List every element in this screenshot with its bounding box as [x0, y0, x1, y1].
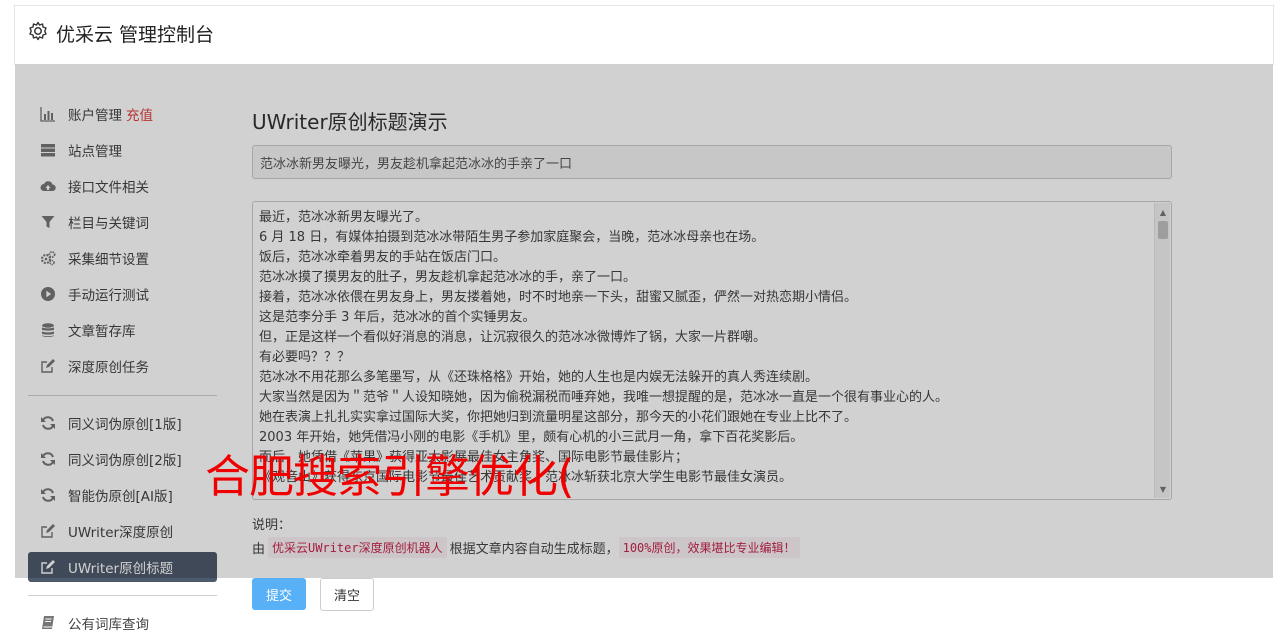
sidebar-item-uwriter-deep[interactable]: UWriter深度原创 [28, 516, 217, 546]
sidebar-item-label: 文章暂存库 [68, 324, 136, 340]
sidebar-item-synonym-v1[interactable]: 同义词伪原创[1版] [28, 408, 217, 438]
top-header: 优采云 管理控制台 [0, 0, 1286, 65]
sidebar-item-uwriter-title[interactable]: UWriter原创标题 [28, 552, 217, 582]
sidebar-item-label: 同义词伪原创[1版] [68, 417, 182, 433]
sidebar-item-deep-original-task[interactable]: 深度原创任务 [28, 351, 217, 381]
brand: 优采云 管理控制台 [28, 20, 214, 47]
note-text: 由 优采云UWriter深度原创机器人 根据文章内容自动生成标题， 100%原创… [252, 537, 800, 558]
book-icon [38, 615, 58, 631]
note-middle: 根据文章内容自动生成标题， [449, 542, 619, 557]
scroll-down-arrow-icon[interactable]: ▼ [1155, 482, 1171, 496]
note-robot: 优采云UWriter深度原创机器人 [268, 537, 447, 558]
sidebar-item-synonym-v2[interactable]: 同义词伪原创[2版] [28, 444, 217, 474]
scroll-thumb[interactable] [1158, 221, 1168, 239]
edit-icon [38, 523, 58, 539]
sidebar-item-ai-rewrite[interactable]: 智能伪原创[AI版] [28, 480, 217, 510]
sidebar-item-label: 采集细节设置 [68, 252, 149, 268]
sidebar-item-label: 深度原创任务 [68, 360, 149, 376]
sidebar-item-label: 栏目与关键词 [68, 216, 149, 232]
sidebar-item-account[interactable]: 账户管理 充值 [28, 99, 217, 129]
article-line: 范冰冰摸了摸男友的肚子，男友趁机拿起范冰冰的手，亲了一口。 [259, 270, 637, 285]
article-line: 饭后，范冰冰牵着男友的手站在饭店门口。 [259, 250, 507, 265]
sidebar-item-columns-keywords[interactable]: 栏目与关键词 [28, 207, 217, 237]
watermark-text: 合肥搜索引擎优化( [205, 450, 575, 503]
sidebar-item-manual-run[interactable]: 手动运行测试 [28, 279, 217, 309]
submit-button[interactable]: 提交 [252, 578, 306, 610]
edit-icon [38, 559, 58, 575]
gears-icon [38, 250, 58, 266]
play-icon [38, 286, 58, 302]
bar-chart-icon [38, 106, 58, 122]
sidebar-item-public-lexicon[interactable]: 公有词库查询 [28, 608, 217, 638]
note-prefix: 由 [252, 542, 266, 557]
sidebar-item-label: UWriter原创标题 [68, 561, 174, 577]
article-scrollbar[interactable]: ▲ ▼ [1154, 203, 1170, 498]
sidebar-item-label: 智能伪原创[AI版] [68, 489, 173, 505]
sidebar-item-interface-files[interactable]: 接口文件相关 [28, 171, 217, 201]
article-line: 大家当然是因为＂范爷＂人设知晓她，因为偷税漏税而唾弃她，我唯一想提醒的是，范冰冰… [259, 390, 949, 405]
recharge-link[interactable]: 充值 [126, 104, 153, 124]
article-line: 有必要吗？？？ [259, 350, 351, 365]
article-line: 范冰冰不用花那么多笔墨写，从《还珠格格》开始，她的人生也是内娱无法躲开的真人秀连… [259, 370, 819, 385]
sidebar-item-collect-settings[interactable]: 采集细节设置 [28, 243, 217, 273]
edit-icon [38, 358, 58, 374]
article-line: 但，正是这样一个看似好消息的消息，让沉寂很久的范冰冰微博炸了锅，大家一片群嘲。 [259, 330, 767, 345]
refresh-icon [38, 451, 58, 467]
refresh-icon [38, 415, 58, 431]
note-label: 说明： [252, 518, 292, 533]
article-line: 最近，范冰冰新男友曝光了。 [259, 210, 429, 225]
page-title: UWriter原创标题演示 [252, 110, 448, 134]
sidebar-item-label: 账户管理 [68, 108, 122, 124]
cloud-upload-icon [38, 178, 58, 194]
article-line: 她在表演上扎扎实实拿过国际大奖，你把她归到流量明星这部分，那今天的小花们跟她在专… [259, 410, 858, 425]
sidebar-item-label: 站点管理 [68, 144, 122, 160]
brand-title: 优采云 管理控制台 [56, 24, 215, 46]
generated-title-input[interactable] [252, 145, 1172, 179]
scroll-up-arrow-icon[interactable]: ▲ [1155, 205, 1171, 219]
article-line: 这是范李分手 3 年后，范冰冰的首个实锤男友。 [259, 310, 536, 325]
gear-icon [28, 21, 48, 46]
sidebar-item-label: 同义词伪原创[2版] [68, 453, 182, 469]
sidebar-item-label: 接口文件相关 [68, 180, 149, 196]
filter-icon [38, 214, 58, 230]
sidebar-item-label: 手动运行测试 [68, 288, 149, 304]
server-icon [38, 142, 58, 158]
clear-button[interactable]: 清空 [320, 578, 374, 611]
refresh-icon [38, 487, 58, 503]
sidebar-divider [28, 595, 217, 596]
note-highlight: 100%原创，效果堪比专业编辑！ [618, 537, 800, 558]
sidebar-item-label: 公有词库查询 [68, 617, 149, 633]
sidebar-divider [28, 395, 217, 396]
sidebar-item-article-store[interactable]: 文章暂存库 [28, 315, 217, 345]
database-icon [38, 322, 58, 338]
article-line: 6 月 18 日，有媒体拍摄到范冰冰带陌生男子参加家庭聚会，当晚，范冰冰母亲也在… [259, 230, 765, 245]
sidebar-item-sites[interactable]: 站点管理 [28, 135, 217, 165]
article-line: 接着，范冰冰依偎在男友身上，男友搂着她，时不时地亲一下头，甜蜜又腻歪，俨然一对热… [259, 290, 858, 305]
sidebar-item-label: UWriter深度原创 [68, 525, 174, 541]
